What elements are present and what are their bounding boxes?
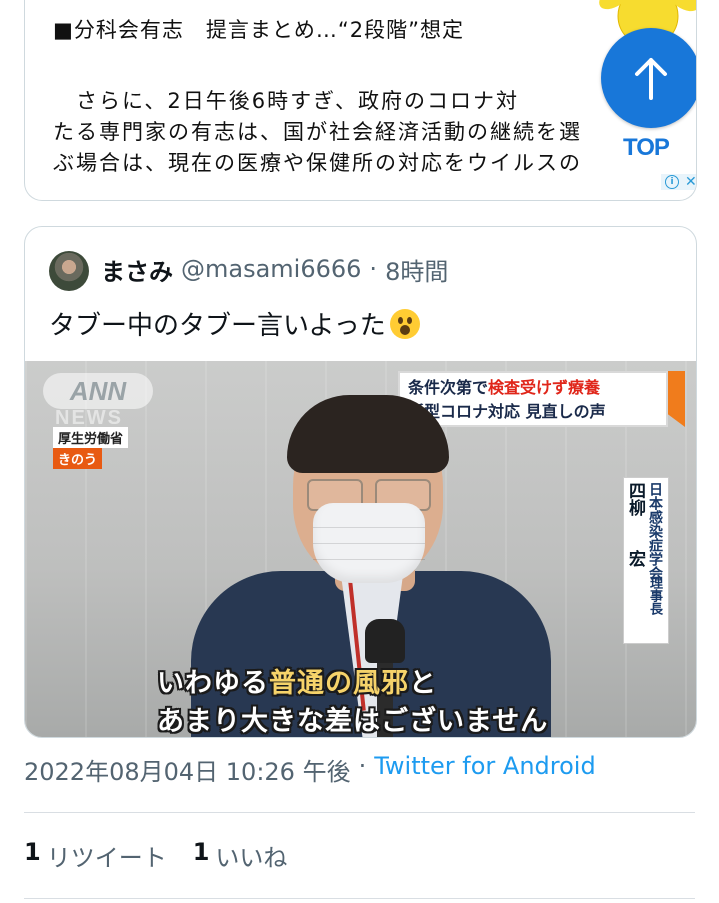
like-stat[interactable]: 1 いいね [193,838,288,873]
tweet-timestamp: 2022年08月04日 10:26 午後 · Twitter for Andro… [24,752,596,787]
nameplate-given: 宏 [625,550,645,567]
retweet-stat[interactable]: 1 リツイート [24,838,167,873]
article-line: さらに、2日午後6時すぎ、政府のコロナ対 [53,89,520,113]
microphone [365,619,405,663]
client-link[interactable]: Twitter for Android [374,752,595,787]
astonished-face-icon [389,308,420,339]
info-icon[interactable]: i [665,175,679,189]
divider [24,812,695,813]
author-name[interactable]: まさみ [101,252,173,287]
article-heading: ■分科会有志 提言まとめ…“2段階”想定 [53,18,464,42]
separator: · [369,255,378,283]
close-icon[interactable]: ✕ [685,175,696,189]
ann-logo: ANN [43,373,153,409]
nameplate-org: 日本感染症学会 [647,482,663,580]
like-count[interactable]: 1 [193,838,210,873]
article-line: たる専門家の有志は、国が社会経済活動の継続を選 [53,120,582,144]
article-preview-card[interactable]: ■分科会有志 提言まとめ…“2段階”想定 さらに、2日午後6時すぎ、政府のコロナ… [24,0,697,201]
video-thumbnail[interactable]: ANN NEWS 厚生労働省 きのう 条件次第で検査受けず療養 新型コロナ対応 … [25,361,696,737]
nameplate-title: 理事長 [647,576,662,615]
quoted-tweet[interactable]: まさみ @masami6666 · 8時間 タブー中のタブー言いよった ANN … [24,226,697,738]
quoted-tweet-text: タブー中のタブー言いよった [49,305,420,342]
scroll-top-button[interactable] [601,28,696,128]
avatar[interactable] [49,251,89,291]
nameplate-surname: 四柳 [625,482,645,516]
tweet-stats: 1 リツイート 1 いいね [24,838,287,873]
scroll-top-label[interactable]: TOP [623,134,670,162]
retweet-count[interactable]: 1 [24,838,41,873]
divider [24,898,695,899]
headline-part1: 条件次第で [408,378,489,397]
quoted-tweet-header: まさみ @masami6666 · 8時間 [101,247,448,291]
article-body: さらに、2日午後6時すぎ、政府のコロナ対たる専門家の有志は、国が社会経済活動の継… [53,86,693,179]
tweet-time[interactable]: 8時間 [385,252,448,287]
like-label[interactable]: いいね [215,838,287,873]
author-handle[interactable]: @masami6666 [181,255,361,283]
speaker-nameplate: 日本感染症学会 四柳 宏 理事長 [623,477,669,644]
article-line: ぶ場合は、現在の医療や保健所の対応をウイルスの [53,151,582,175]
location-tag: 厚生労働省 [53,427,129,448]
headline-line2: 新型コロナ対応 見直しの声 [408,402,606,421]
subtitle-line-1: いわゆる普通の風邪と [157,668,437,699]
arrow-up-icon [635,58,667,100]
subtitle-line-2: あまり大きな差はございません [157,706,549,737]
face-mask [313,503,425,583]
news-headline: 条件次第で検査受けず療養 新型コロナ対応 見直しの声 [398,371,668,427]
date-tag: きのう [53,448,103,469]
retweet-label[interactable]: リツイート [47,838,167,873]
separator: · [358,752,367,780]
ad-choices[interactable]: i ✕ [661,174,696,190]
headline-accent: 検査受けず療養 [488,378,601,397]
tweet-body: タブー中のタブー言いよった [49,311,386,341]
timestamp-text[interactable]: 2022年08月04日 10:26 午後 [24,752,351,787]
